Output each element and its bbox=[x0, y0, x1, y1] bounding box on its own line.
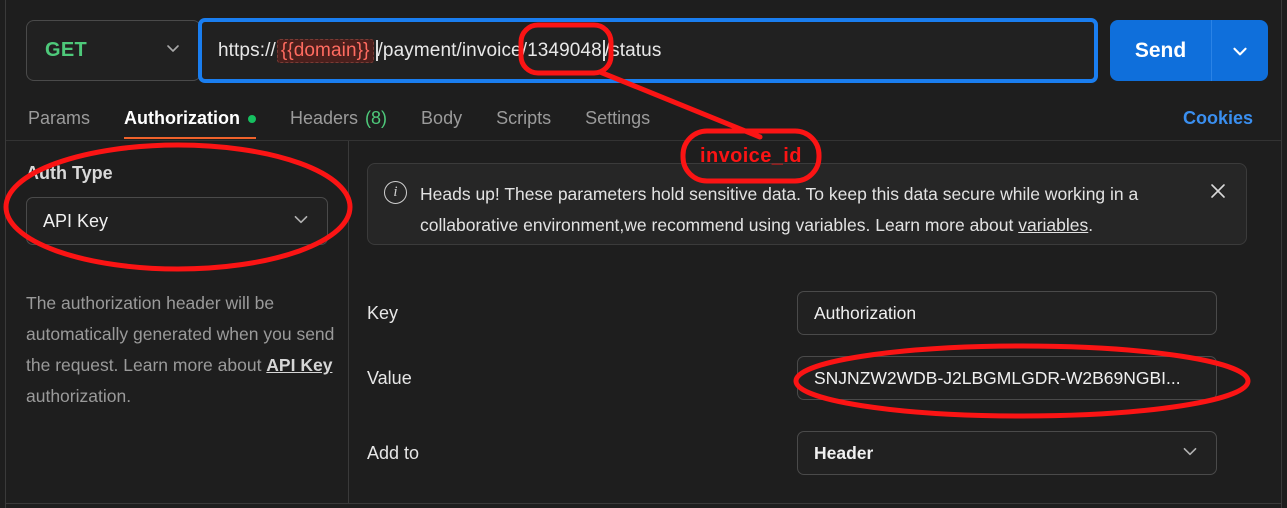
key-input[interactable]: Authorization bbox=[797, 291, 1217, 335]
tab-authorization[interactable]: Authorization bbox=[124, 96, 256, 141]
notice-text: Heads up! These parameters hold sensitiv… bbox=[420, 179, 1200, 241]
api-key-docs-link[interactable]: API Key bbox=[266, 355, 332, 375]
active-tab-underline bbox=[124, 137, 256, 139]
key-field-row: Key Authorization bbox=[367, 289, 1247, 337]
value-input[interactable]: SNJNZW2WDB-J2LBGMLGDR-W2B69NGBI... bbox=[797, 356, 1217, 400]
window-bottom-edge bbox=[5, 503, 1282, 504]
auth-type-pane: Auth Type API Key The authorization head… bbox=[6, 141, 348, 503]
value-field-row: Value SNJNZW2WDB-J2LBGMLGDR-W2B69NGBI... bbox=[367, 354, 1247, 402]
add-to-dropdown[interactable]: Header bbox=[797, 431, 1217, 475]
chevron-down-icon bbox=[291, 209, 311, 234]
auth-config-pane: i Heads up! These parameters hold sensit… bbox=[349, 141, 1281, 503]
tab-scripts[interactable]: Scripts bbox=[496, 96, 551, 141]
auth-helper-text-part2: authorization. bbox=[26, 386, 132, 406]
key-field-label: Key bbox=[367, 302, 399, 323]
http-method-label: GET bbox=[45, 39, 88, 61]
modified-dot-icon bbox=[248, 114, 256, 123]
notice-text-part2: . bbox=[1088, 215, 1094, 235]
key-input-value: Authorization bbox=[814, 302, 917, 323]
tab-settings[interactable]: Settings bbox=[585, 96, 650, 141]
window-right-edge bbox=[1281, 0, 1282, 508]
variables-docs-link[interactable]: variables bbox=[1018, 215, 1088, 235]
auth-helper-text: The authorization header will be automat… bbox=[26, 288, 341, 412]
send-options-chevron-down-icon[interactable] bbox=[1212, 41, 1268, 61]
auth-type-value: API Key bbox=[43, 210, 109, 231]
tab-headers[interactable]: Headers (8) bbox=[290, 96, 387, 141]
value-input-value: SNJNZW2WDB-J2LBGMLGDR-W2B69NGBI... bbox=[814, 367, 1181, 388]
postman-request-editor: GET https:// {{domain}}/payment/invoice /… bbox=[0, 0, 1287, 508]
tab-authorization-label: Authorization bbox=[124, 108, 240, 128]
request-tabs: Params Authorization Headers (8) Body Sc… bbox=[6, 96, 1281, 141]
send-button-label: Send bbox=[1134, 38, 1187, 62]
close-icon[interactable] bbox=[1204, 179, 1232, 206]
http-method-dropdown[interactable]: GET bbox=[26, 20, 201, 81]
add-to-field-label: Add to bbox=[367, 442, 420, 463]
tab-scripts-label: Scripts bbox=[496, 108, 552, 128]
add-to-value: Header bbox=[814, 442, 874, 463]
cookies-link[interactable]: Cookies bbox=[1183, 108, 1253, 129]
tab-body[interactable]: Body bbox=[421, 96, 462, 141]
tab-headers-count: (8) bbox=[365, 108, 388, 128]
value-field-label: Value bbox=[367, 367, 412, 388]
tab-params-label: Params bbox=[28, 108, 91, 128]
chevron-down-icon bbox=[164, 39, 182, 62]
add-to-field-row: Add to Header bbox=[367, 429, 1247, 477]
auth-type-dropdown[interactable]: API Key bbox=[26, 197, 328, 245]
tab-settings-label: Settings bbox=[585, 108, 651, 128]
url-focus-ring bbox=[198, 18, 1098, 83]
tab-body-label: Body bbox=[421, 108, 463, 128]
chevron-down-icon bbox=[1180, 441, 1200, 466]
auth-type-label: Auth Type bbox=[26, 163, 113, 183]
sensitive-data-notice: i Heads up! These parameters hold sensit… bbox=[367, 163, 1247, 245]
info-circle-icon: i bbox=[384, 181, 407, 204]
tab-headers-label: Headers bbox=[290, 108, 359, 128]
tab-params[interactable]: Params bbox=[28, 96, 90, 141]
request-bar: GET https:// {{domain}}/payment/invoice /… bbox=[6, 0, 1281, 96]
send-button[interactable]: Send bbox=[1110, 20, 1268, 81]
annotation-invoice-id-label: invoice_id bbox=[700, 145, 802, 167]
